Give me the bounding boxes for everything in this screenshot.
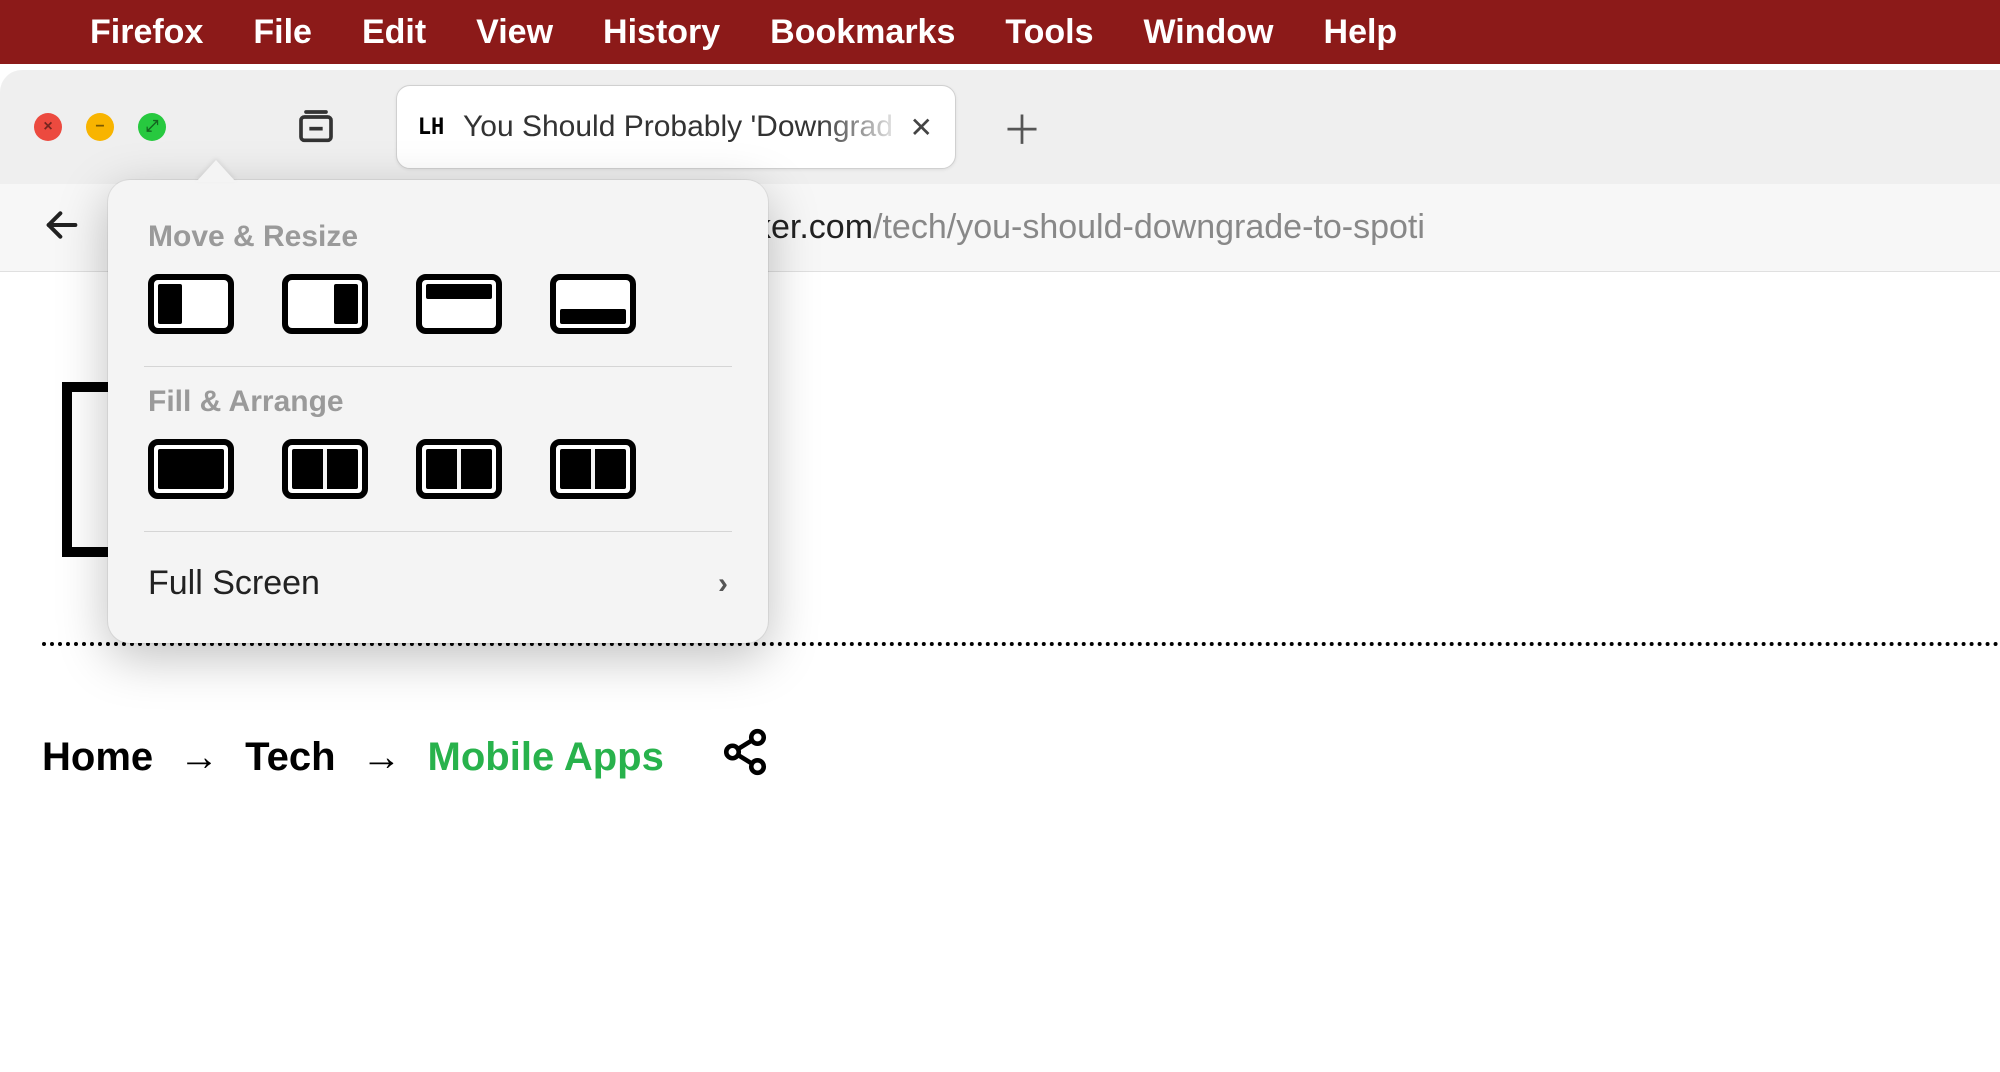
breadcrumb-separator-icon: →: [362, 735, 402, 780]
tab-title: You Should Probably 'Downgrad: [463, 110, 906, 144]
tab-favicon-icon: LH: [415, 111, 447, 143]
arrange-three-icon[interactable]: [416, 439, 502, 499]
browser-tab-strip: × − ⤢ LH You Should Probably 'Downgrad ✕…: [0, 70, 2000, 184]
snap-left-half-icon[interactable]: [148, 274, 234, 334]
arrange-halves-icon[interactable]: [282, 439, 368, 499]
menubar-view[interactable]: View: [476, 13, 553, 52]
snap-top-half-icon[interactable]: [416, 274, 502, 334]
macos-menubar: Firefox File Edit View History Bookmarks…: [0, 0, 2000, 64]
menubar-tools[interactable]: Tools: [1005, 13, 1093, 52]
window-snap-popover: Move & Resize Fill & Arrange Full Screen…: [108, 180, 768, 643]
popover-divider: [144, 531, 732, 532]
tab-close-icon[interactable]: ✕: [906, 107, 937, 148]
breadcrumb-separator-icon: →: [179, 735, 219, 780]
breadcrumb-tech[interactable]: Tech: [245, 735, 335, 780]
url-path: /tech/you-should-downgrade-to-spoti: [873, 208, 1425, 246]
fill-arrange-grid: [108, 439, 768, 525]
window-minimize-button[interactable]: −: [86, 113, 114, 141]
snap-bottom-half-icon[interactable]: [550, 274, 636, 334]
menubar-bookmarks[interactable]: Bookmarks: [770, 13, 955, 52]
browser-tab[interactable]: LH You Should Probably 'Downgrad ✕: [396, 85, 956, 169]
window-zoom-button[interactable]: ⤢: [138, 113, 166, 141]
fill-screen-icon[interactable]: [148, 439, 234, 499]
popover-divider: [144, 366, 732, 367]
menubar-edit[interactable]: Edit: [362, 13, 426, 52]
sidebar-toggle-icon[interactable]: [296, 107, 336, 147]
arrange-quarters-icon[interactable]: [550, 439, 636, 499]
breadcrumb-current: Mobile Apps: [428, 735, 664, 780]
new-tab-button[interactable]: ＋: [1002, 98, 1042, 156]
menubar-history[interactable]: History: [603, 13, 720, 52]
popover-section-fill-arrange: Fill & Arrange: [108, 373, 768, 439]
window-traffic-lights: × − ⤢: [34, 113, 166, 141]
breadcrumb: Home → Tech → Mobile Apps: [42, 727, 770, 787]
popover-caret-icon: [196, 160, 236, 182]
fullscreen-label: Full Screen: [148, 564, 320, 603]
move-resize-grid: [108, 274, 768, 360]
menubar-window[interactable]: Window: [1144, 13, 1274, 52]
popover-section-move-resize: Move & Resize: [108, 208, 768, 274]
fullscreen-menu-item[interactable]: Full Screen ›: [108, 538, 768, 633]
snap-right-half-icon[interactable]: [282, 274, 368, 334]
breadcrumb-home[interactable]: Home: [42, 735, 153, 780]
menubar-app-name[interactable]: Firefox: [90, 13, 203, 52]
share-icon[interactable]: [720, 727, 770, 787]
chevron-right-icon: ›: [718, 567, 728, 601]
menubar-file[interactable]: File: [253, 13, 312, 52]
window-close-button[interactable]: ×: [34, 113, 62, 141]
menubar-help[interactable]: Help: [1324, 13, 1398, 52]
back-button[interactable]: [42, 205, 82, 250]
